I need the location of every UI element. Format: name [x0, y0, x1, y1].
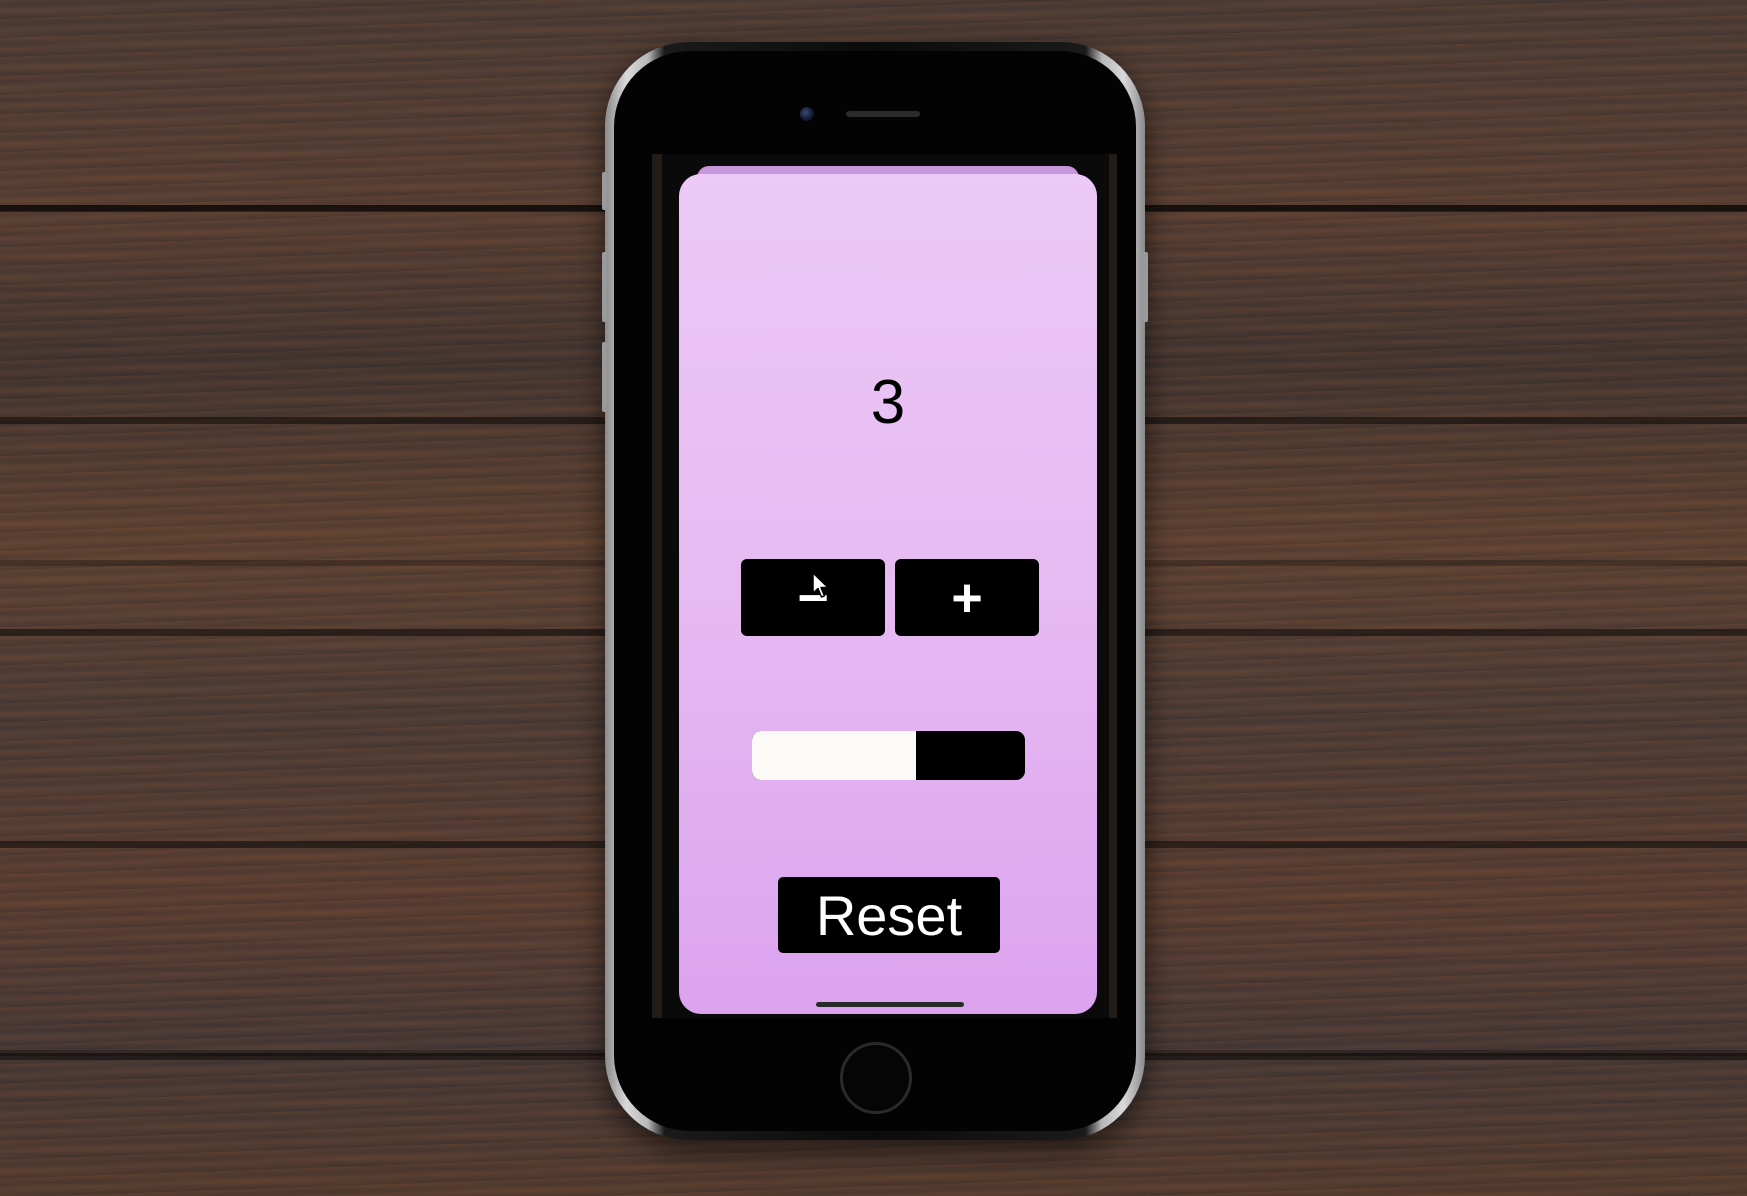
- earpiece-speaker: [846, 111, 920, 117]
- counter-display: 3: [870, 368, 906, 437]
- reset-button[interactable]: Reset: [778, 877, 1000, 953]
- progress-fill: [752, 731, 916, 780]
- volume-down-button: [602, 342, 607, 412]
- app-sheet: 3 − + Reset: [679, 174, 1097, 1014]
- home-button-icon[interactable]: [840, 1042, 912, 1114]
- progress-bar: [752, 731, 1025, 780]
- mute-switch: [602, 172, 607, 210]
- phone-screen: 3 − + Reset: [652, 154, 1117, 1018]
- front-camera-icon: [800, 107, 814, 121]
- screen-edge: [1109, 154, 1117, 1018]
- phone-bezel: 3 − + Reset: [614, 51, 1136, 1131]
- iphone-device-frame: 3 − + Reset: [602, 42, 1148, 1140]
- mouse-pointer-icon: [812, 572, 829, 598]
- home-indicator[interactable]: [816, 1002, 964, 1007]
- power-button: [1143, 252, 1148, 322]
- screen-edge: [652, 154, 662, 1018]
- volume-up-button: [602, 252, 607, 322]
- increment-button[interactable]: +: [895, 559, 1039, 636]
